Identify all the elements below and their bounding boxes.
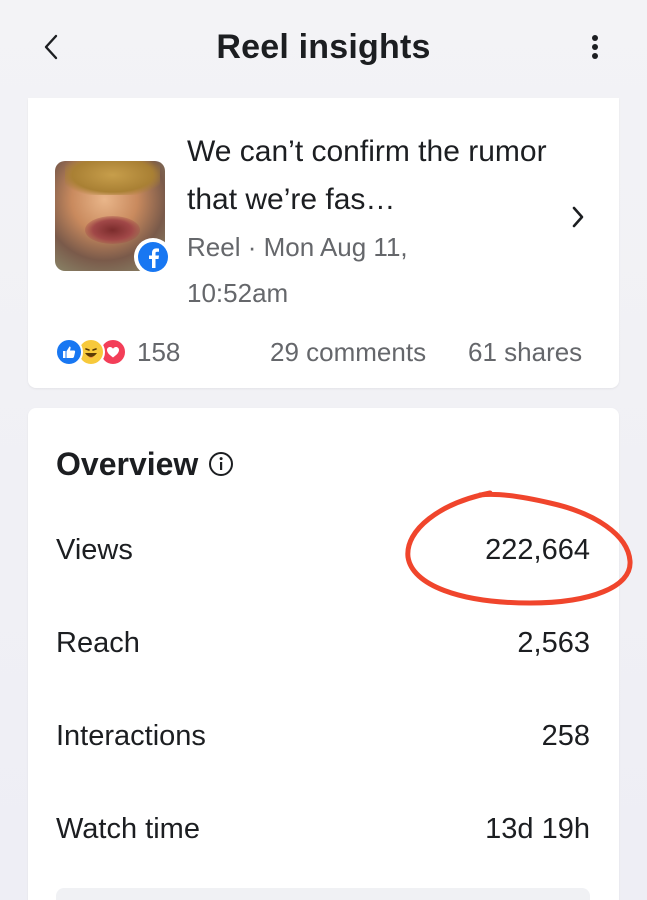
metric-label: Interactions xyxy=(56,719,206,752)
overview-card: Overview Views 222,664 Reach 2,563 Inter… xyxy=(28,408,619,900)
reaction-count: 158 xyxy=(137,336,181,367)
metric-label: Views xyxy=(56,533,133,566)
chevron-right-icon xyxy=(572,206,584,228)
metric-value: 2,563 xyxy=(517,626,590,659)
shares-count[interactable]: 61 shares xyxy=(468,334,582,370)
metric-row-views[interactable]: Views 222,664 xyxy=(56,530,590,570)
metric-row-interactions[interactable]: Interactions 258 xyxy=(56,716,590,756)
metric-value: 13d 19h xyxy=(485,812,590,845)
open-post-button[interactable] xyxy=(566,202,590,232)
overview-title: Overview xyxy=(56,445,199,482)
metric-value: 258 xyxy=(541,719,590,752)
metric-value: 222,664 xyxy=(485,533,590,566)
post-meta: Reel · Mon Aug 11, 10:52am xyxy=(187,232,408,308)
metric-label: Reach xyxy=(56,626,140,659)
metric-row-watch-time[interactable]: Watch time 13d 19h xyxy=(56,809,590,849)
post-title: We can’t confirm the rumor that we’re fa… xyxy=(187,135,547,216)
info-icon[interactable] xyxy=(208,451,234,477)
page-title: Reel insights xyxy=(216,27,431,66)
chevron-left-icon xyxy=(44,34,58,60)
more-options-button[interactable] xyxy=(580,30,610,64)
reactions-summary[interactable]: 158 xyxy=(55,334,180,370)
post-card[interactable]: We can’t confirm the rumor that we’re fa… xyxy=(28,98,619,388)
app-header: Reel insights xyxy=(0,0,647,98)
comments-count[interactable]: 29 comments xyxy=(270,334,426,370)
next-section-strip xyxy=(56,888,590,900)
like-icon xyxy=(55,338,83,366)
facebook-badge xyxy=(134,238,172,276)
back-button[interactable] xyxy=(36,30,66,64)
more-vertical-icon xyxy=(592,35,598,59)
metric-row-reach[interactable]: Reach 2,563 xyxy=(56,623,590,663)
facebook-icon xyxy=(149,248,159,268)
metric-label: Watch time xyxy=(56,812,200,845)
overview-header: Overview xyxy=(56,444,234,484)
